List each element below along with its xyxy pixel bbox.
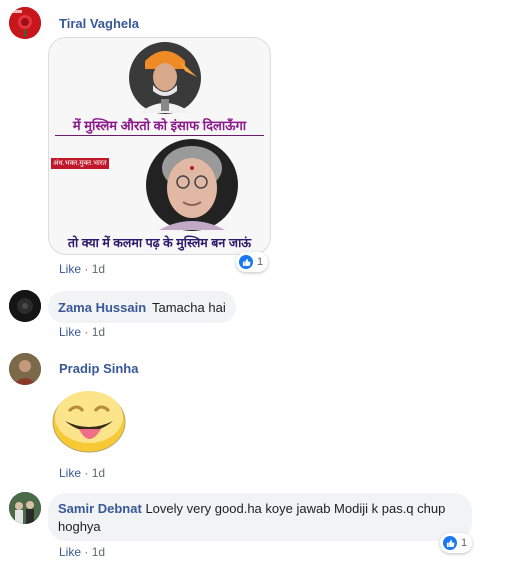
comment-time[interactable]: 1d [92,466,105,480]
meme-caption-top: में मुस्लिम औरतो को इंसाफ दिलाऊँगा [72,118,247,133]
reaction-count[interactable]: 1 [236,252,269,272]
dark-avatar-image [9,290,41,322]
comment-author[interactable]: Tiral Vaghela [59,16,139,31]
avatar-pradip-sinha[interactable] [9,353,41,385]
comment-meta: Like · 1d [59,262,105,276]
meta-separator: · [84,545,89,559]
comment-text-line-1: Samir Debnat Lovely very good.ha koye ja… [58,501,445,516]
comment-meta: Like · 1d [59,325,105,339]
comment-bubble: Samir Debnat Lovely very good.ha koye ja… [48,493,472,541]
comment-meta: Like · 1d [59,545,105,559]
comment-meta: Like · 1d [59,466,105,480]
portrait-modi [129,42,201,114]
comment-author[interactable]: Zama Hussain [58,300,146,315]
meme-image[interactable]: में मुस्लिम औरतो को इंसाफ दिलाऊँगा अंध.भ… [48,37,271,255]
meme-tag: अंध.भक्त.मुक्त.भारत [51,158,109,169]
avatar-samir-debnat[interactable] [9,492,41,524]
like-link[interactable]: Like [59,545,81,559]
comment-text-line-2: hoghya [58,519,101,534]
avatar-tiral-vaghela[interactable] [9,7,41,39]
tongue-out-emoji [52,391,126,453]
reaction-count[interactable]: 1 [440,533,473,553]
comment-author[interactable]: Pradip Sinha [59,361,138,376]
avatar-zama-hussain[interactable] [9,290,41,322]
like-link[interactable]: Like [59,325,81,339]
comment-text: Lovely very good.ha koye jawab Modiji k … [145,501,446,516]
portrait-woman [146,139,238,231]
like-link[interactable]: Like [59,466,81,480]
thumbs-up-icon [443,536,457,550]
comment-author[interactable]: Samir Debnat [58,501,142,516]
comment-time[interactable]: 1d [92,545,105,559]
meme-divider [55,135,264,136]
meta-separator: · [84,262,89,276]
person-avatar-image [9,353,41,385]
rose-avatar-image [9,7,41,39]
group-avatar-image [9,492,41,524]
like-link[interactable]: Like [59,262,81,276]
comment-time[interactable]: 1d [92,325,105,339]
comment-bubble: Zama Hussain Tamacha hai [48,291,236,323]
reaction-count-value: 1 [257,256,264,268]
comment-text: Tamacha hai [152,300,226,315]
meme-caption-bottom: तो क्या में कलमा पढ़ के मुस्लिम बन जाऊं [67,236,252,250]
thumbs-up-icon [239,255,253,269]
comment-time[interactable]: 1d [92,262,105,276]
meta-separator: · [84,466,89,480]
reaction-count-value: 1 [461,537,468,549]
meta-separator: · [84,325,89,339]
